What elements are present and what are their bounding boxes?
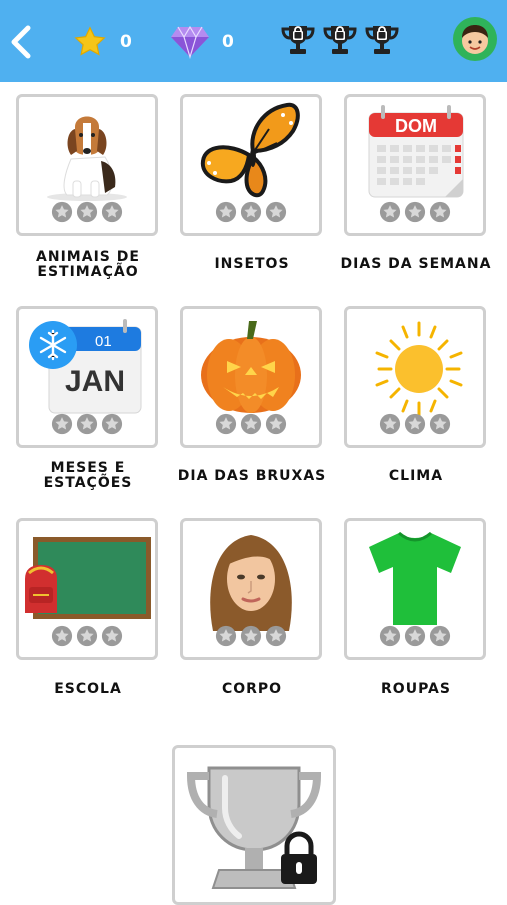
- star-icon: [51, 201, 73, 223]
- stars-counter: 0: [72, 22, 132, 62]
- star-rating: [19, 625, 155, 647]
- star-icon: [240, 413, 262, 435]
- month-calendar-icon: 01 JAN: [29, 319, 142, 414]
- category-card-dias-da-semana[interactable]: DOM: [344, 94, 486, 236]
- star-icon: [74, 26, 106, 56]
- category-label: CORPO: [221, 681, 283, 697]
- locked-trophy-card[interactable]: [172, 745, 336, 905]
- star-icon: [404, 201, 426, 223]
- category-label: DIAS DA SEMANA: [340, 256, 492, 272]
- sun-icon: [375, 321, 463, 417]
- top-bar: 0 0: [0, 0, 507, 82]
- star-rating: [347, 201, 483, 223]
- diamond-icon: [171, 25, 209, 59]
- star-icon: [379, 201, 401, 223]
- star-icon: [76, 413, 98, 435]
- star-icon: [101, 201, 123, 223]
- category-label: INSETOS: [214, 256, 290, 272]
- chevron-left-icon: [11, 25, 31, 59]
- stars-count: 0: [120, 32, 132, 52]
- star-icon: [215, 201, 237, 223]
- jack-o-lantern-icon: [201, 321, 301, 413]
- gems-count: 0: [222, 32, 234, 52]
- locked-trophy-icon[interactable]: [322, 22, 358, 58]
- star-icon: [404, 625, 426, 647]
- gems-counter: 0: [170, 22, 234, 62]
- star-icon: [215, 413, 237, 435]
- star-icon: [101, 413, 123, 435]
- star-icon: [215, 625, 237, 647]
- green-tshirt-icon: [369, 531, 461, 625]
- category-card-meses[interactable]: 01 JAN: [16, 306, 158, 448]
- category-card-escola[interactable]: [16, 518, 158, 660]
- star-rating: [19, 413, 155, 435]
- locked-trophy-icon[interactable]: [364, 22, 400, 58]
- calendar-month-text: JAN: [65, 365, 125, 398]
- star-icon: [429, 413, 451, 435]
- star-icon: [429, 201, 451, 223]
- calendar-icon: DOM: [368, 105, 464, 198]
- star-icon: [101, 625, 123, 647]
- calendar-header-text: DOM: [395, 116, 437, 136]
- beagle-dog-icon: [47, 116, 127, 201]
- category-label: CLIMA: [388, 468, 444, 484]
- locked-trophy-icon: [186, 766, 322, 889]
- star-rating: [347, 413, 483, 435]
- star-rating: [183, 625, 319, 647]
- star-icon: [76, 625, 98, 647]
- butterfly-icon: [200, 102, 300, 198]
- trophy-row: [280, 22, 400, 58]
- boy-avatar-icon: [453, 17, 497, 61]
- category-label: DIA DAS BRUXAS: [177, 468, 327, 484]
- star-rating: [19, 201, 155, 223]
- star-icon: [240, 625, 262, 647]
- category-card-insetos[interactable]: [180, 94, 322, 236]
- woman-face-icon: [210, 535, 292, 631]
- category-label: ESCOLA: [54, 681, 122, 697]
- category-card-clima[interactable]: [344, 306, 486, 448]
- category-card-roupas[interactable]: [344, 518, 486, 660]
- star-icon: [265, 625, 287, 647]
- star-icon: [379, 413, 401, 435]
- star-icon: [265, 201, 287, 223]
- star-icon: [76, 201, 98, 223]
- category-label: MESES E ESTAÇÕES: [43, 460, 133, 491]
- star-rating: [183, 413, 319, 435]
- category-card-animais[interactable]: [16, 94, 158, 236]
- calendar-day-text: 01: [95, 333, 112, 350]
- star-icon: [404, 413, 426, 435]
- star-icon: [429, 625, 451, 647]
- star-icon: [240, 201, 262, 223]
- star-icon: [265, 413, 287, 435]
- category-card-dia-das-bruxas[interactable]: [180, 306, 322, 448]
- back-button[interactable]: [6, 22, 34, 62]
- chalkboard-backpack-icon: [25, 537, 151, 619]
- star-rating: [347, 625, 483, 647]
- star-icon: [379, 625, 401, 647]
- locked-trophy-icon[interactable]: [280, 22, 316, 58]
- category-card-corpo[interactable]: [180, 518, 322, 660]
- star-icon: [51, 413, 73, 435]
- profile-avatar[interactable]: [452, 16, 498, 62]
- category-label: ANIMAIS DE ESTIMAÇÃO: [36, 249, 140, 280]
- star-rating: [183, 201, 319, 223]
- category-label: ROUPAS: [381, 681, 451, 697]
- star-icon: [51, 625, 73, 647]
